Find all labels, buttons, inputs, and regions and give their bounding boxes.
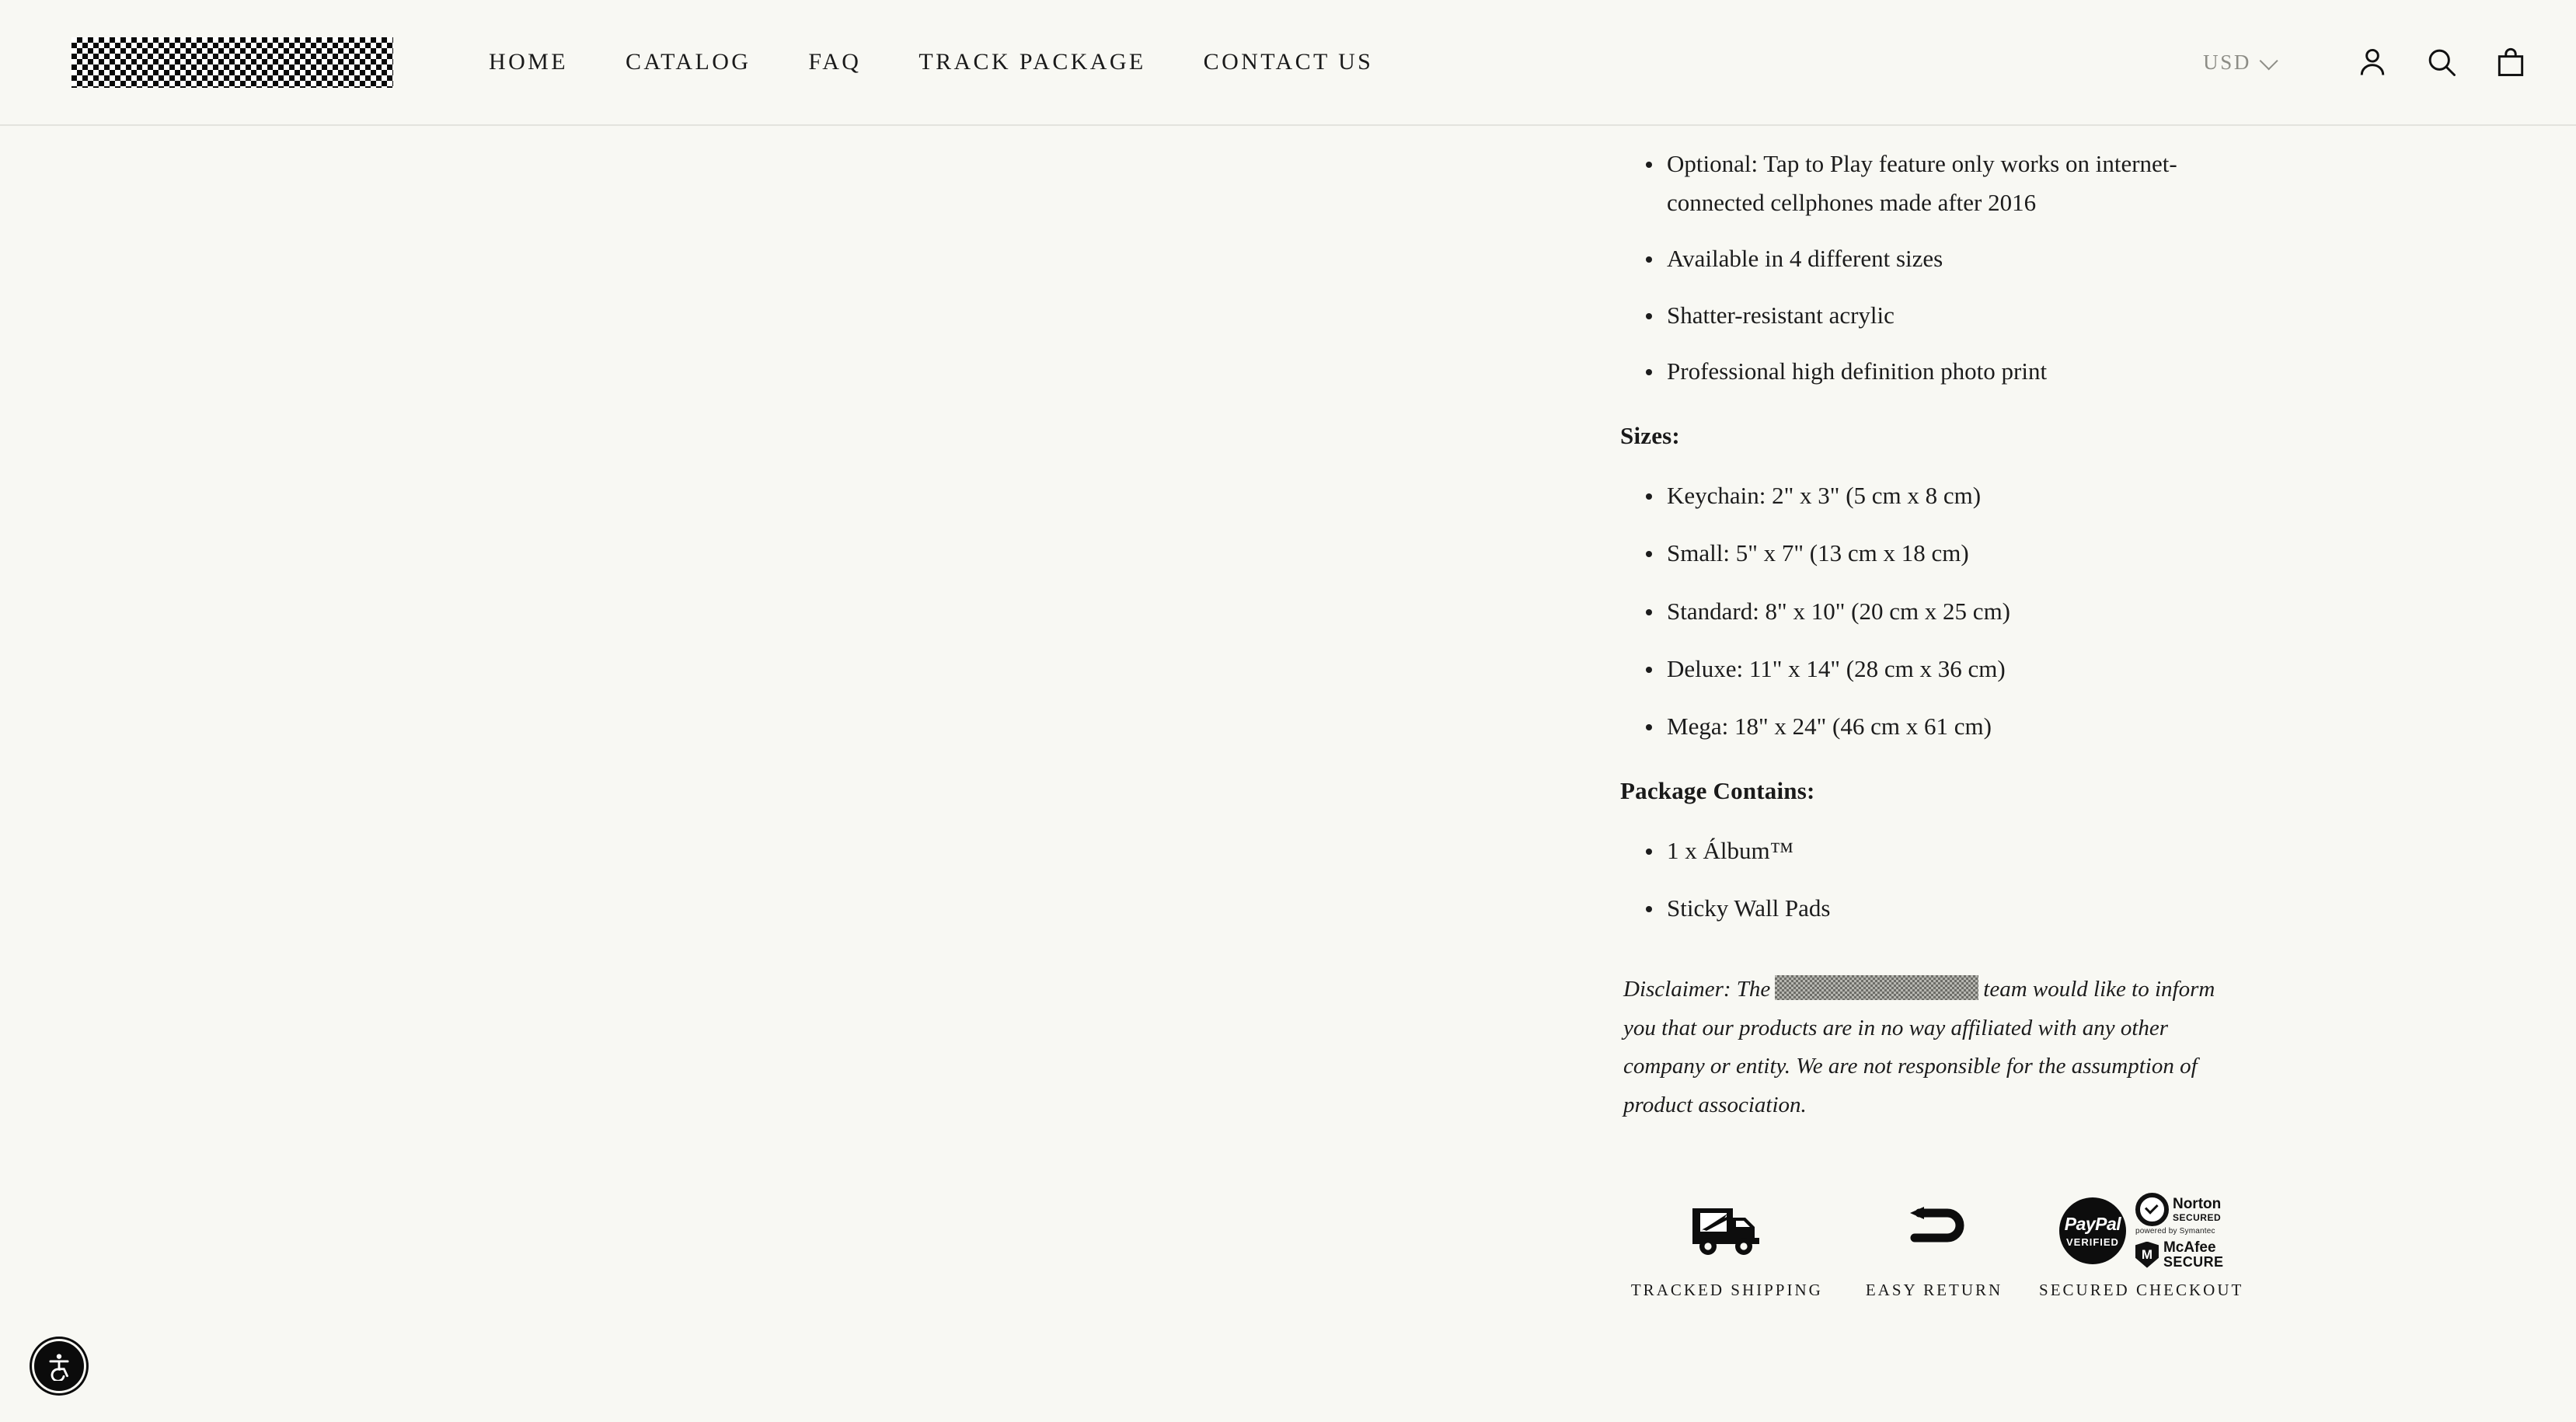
trust-badge-label: SECURED CHECKOUT bbox=[2039, 1281, 2244, 1300]
nav-item-catalog[interactable]: CATALOG bbox=[597, 49, 779, 75]
list-item: Sticky Wall Pads bbox=[1646, 889, 2242, 928]
nav-item-track-package[interactable]: TRACK PACKAGE bbox=[890, 49, 1174, 75]
mcafee-label: McAfee bbox=[2163, 1239, 2216, 1256]
trust-badge-row: TRACKED SHIPPING EASY RETURN PayPal VERI… bbox=[1623, 1192, 2245, 1300]
norton-secured-icon: Norton SECURED bbox=[2135, 1192, 2223, 1226]
trust-badge-tracked-shipping: TRACKED SHIPPING bbox=[1623, 1195, 1831, 1300]
disclaimer-text: Disclaimer: The team would like to inform… bbox=[1623, 971, 2229, 1126]
list-item: 1 x Álbum™ bbox=[1646, 831, 2242, 870]
disclaimer-before: Disclaimer: The bbox=[1623, 976, 1771, 1002]
sizes-list: Keychain: 2" x 3" (5 cm x 8 cm) Small: 5… bbox=[1620, 476, 2242, 746]
currency-value: USD bbox=[2203, 50, 2251, 74]
site-header: HOME CATALOG FAQ TRACK PACKAGE CONTACT U… bbox=[0, 0, 2576, 126]
nav-item-home[interactable]: HOME bbox=[460, 49, 597, 75]
trust-badge-label: TRACKED SHIPPING bbox=[1630, 1281, 1823, 1300]
redacted-brand-block bbox=[1775, 974, 1979, 1000]
trust-badge-easy-return: EASY RETURN bbox=[1831, 1195, 2038, 1300]
list-item: Standard: 8" x 10" (20 cm x 25 cm) bbox=[1646, 592, 2242, 631]
paypal-verified-icon: PayPal VERIFIED bbox=[2058, 1197, 2126, 1265]
nav-item-contact-us[interactable]: CONTACT US bbox=[1175, 49, 1403, 75]
norton-label: Norton bbox=[2172, 1195, 2222, 1212]
page-content: Optional: Tap to Play feature only works… bbox=[0, 126, 2576, 1422]
list-item: Available in 4 different sizes bbox=[1646, 239, 2242, 278]
account-icon[interactable] bbox=[2355, 45, 2390, 79]
product-description-column: Optional: Tap to Play feature only works… bbox=[1620, 145, 2242, 1300]
list-item: Professional high definition photo print bbox=[1646, 352, 2242, 391]
trust-badge-label: EASY RETURN bbox=[1865, 1281, 2003, 1300]
paypal-verified-label: VERIFIED bbox=[2065, 1236, 2119, 1248]
mcafee-secure-label: SECURE bbox=[2163, 1254, 2224, 1270]
feature-list: Optional: Tap to Play feature only works… bbox=[1620, 145, 2242, 391]
package-contains-heading: Package Contains: bbox=[1620, 777, 1815, 805]
list-item: Shatter-resistant acrylic bbox=[1646, 296, 2242, 335]
nav-item-faq[interactable]: FAQ bbox=[779, 49, 890, 75]
list-item: Deluxe: 11" x 14" (28 cm x 36 cm) bbox=[1646, 650, 2242, 688]
brand-logo[interactable] bbox=[71, 37, 393, 88]
paypal-label: PayPal bbox=[2064, 1213, 2121, 1234]
main-navigation: HOME CATALOG FAQ TRACK PACKAGE CONTACT U… bbox=[460, 49, 1402, 75]
norton-check-icon bbox=[2135, 1192, 2169, 1226]
mail-truck-icon bbox=[1691, 1195, 1762, 1267]
cart-icon[interactable] bbox=[2494, 45, 2528, 79]
symantec-label: powered by Symantec bbox=[2135, 1226, 2215, 1236]
sizes-heading: Sizes: bbox=[1620, 422, 1680, 450]
search-icon[interactable] bbox=[2424, 45, 2459, 79]
secure-checkout-logos: PayPal VERIFIED Norton SECURED powered b… bbox=[2058, 1192, 2223, 1270]
header-actions: USD bbox=[2203, 45, 2528, 79]
list-item: Mega: 18" x 24" (46 cm x 61 cm) bbox=[1646, 707, 2242, 746]
mcafee-secure-icon: M McAfee SECURE bbox=[2135, 1240, 2223, 1270]
list-item: Optional: Tap to Play feature only works… bbox=[1646, 145, 2242, 222]
chevron-down-icon bbox=[2259, 51, 2278, 70]
currency-selector[interactable]: USD bbox=[2203, 50, 2278, 75]
mcafee-shield-icon: M bbox=[2135, 1241, 2159, 1268]
package-contents-list: 1 x Álbum™ Sticky Wall Pads bbox=[1620, 831, 2242, 928]
list-item: Keychain: 2" x 3" (5 cm x 8 cm) bbox=[1646, 476, 2242, 515]
accessibility-widget-button[interactable] bbox=[34, 1341, 84, 1391]
return-arrow-icon bbox=[1904, 1195, 1964, 1267]
norton-secured-label: SECURED bbox=[2172, 1211, 2222, 1223]
trust-badge-secured-checkout: PayPal VERIFIED Norton SECURED powered b… bbox=[2037, 1192, 2245, 1300]
list-item: Small: 5" x 7" (13 cm x 18 cm) bbox=[1646, 534, 2242, 573]
